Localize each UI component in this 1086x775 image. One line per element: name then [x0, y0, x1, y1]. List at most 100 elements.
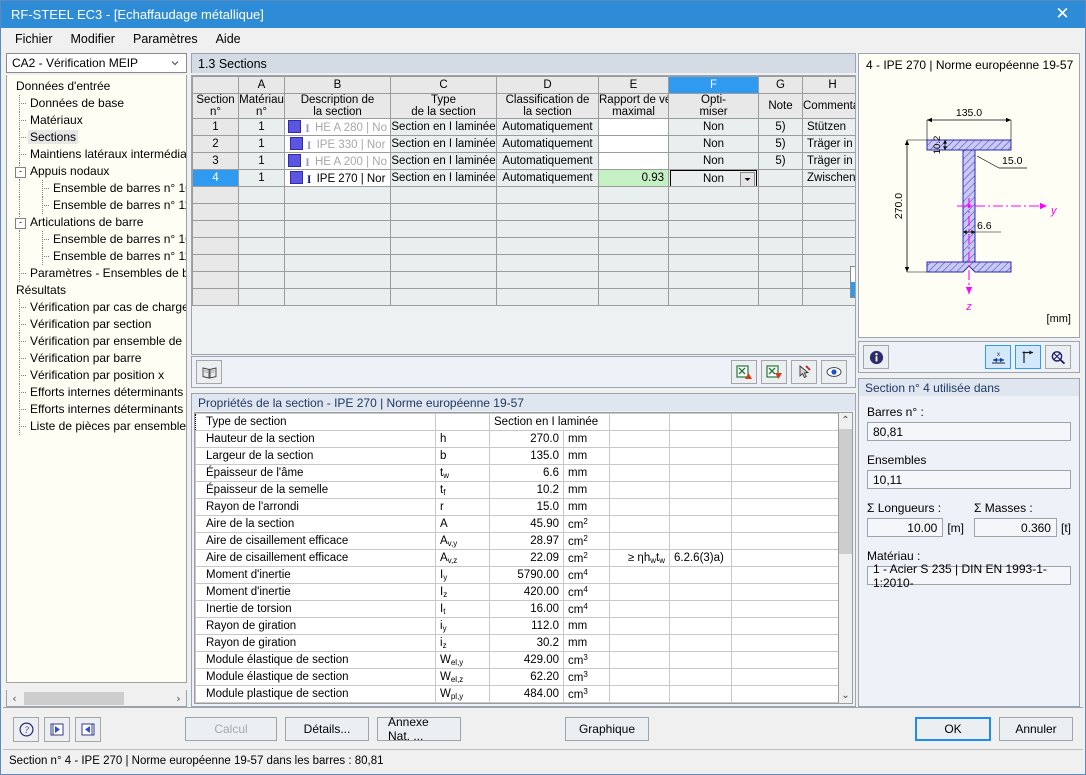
cell-description[interactable]: I IPE 330 | Nor — [284, 135, 391, 153]
cell-empty[interactable] — [284, 203, 391, 221]
case-selector-combo[interactable]: CA2 - Vérification MEIP — [6, 53, 187, 73]
cell-description[interactable]: I HE A 200 | No — [284, 152, 391, 170]
tree-item[interactable]: Vérification par position x — [11, 367, 186, 384]
sets-field[interactable]: 10,11 — [867, 470, 1071, 489]
view-eye-icon[interactable] — [821, 360, 847, 384]
tree-item[interactable]: Ensemble de barres n° 10 - — [11, 180, 186, 197]
cell-empty[interactable] — [284, 271, 391, 289]
sections-table[interactable]: ABCDEFGH Section n° Matériau n° Description … — [192, 76, 855, 306]
cell-classification[interactable]: Automatiquement — [496, 169, 599, 187]
tree-item[interactable]: Matériaux — [11, 112, 186, 129]
cell-material[interactable]: 1 — [238, 152, 285, 170]
cell-empty[interactable] — [390, 271, 497, 289]
cell-empty[interactable] — [238, 254, 285, 272]
cell-ratio[interactable]: 0.93 — [598, 169, 669, 187]
table-row-empty[interactable] — [192, 271, 855, 289]
cell-empty[interactable] — [758, 288, 803, 306]
tree-item[interactable]: Vérification par section — [11, 316, 186, 333]
cell-note[interactable]: 5) — [758, 135, 803, 153]
table-row[interactable]: 2 1 I IPE 330 | Nor Section en I laminée Auto… — [192, 135, 855, 153]
cell-empty[interactable] — [802, 254, 855, 272]
cell-empty[interactable] — [238, 220, 285, 238]
table-row[interactable]: 3 1 I HE A 200 | No Section en I laminée Auto… — [192, 152, 855, 170]
cell-note[interactable]: 5) — [758, 118, 803, 136]
cell-empty[interactable] — [284, 288, 391, 306]
cell-empty[interactable] — [668, 203, 759, 221]
cell-empty[interactable] — [758, 237, 803, 255]
menu-item-fichier[interactable]: Fichier — [7, 29, 61, 49]
table-row-empty[interactable] — [192, 220, 855, 238]
col-letter-row[interactable] — [192, 76, 239, 94]
scroll-left-icon[interactable]: ‹ — [7, 692, 22, 705]
row-number[interactable] — [192, 237, 239, 255]
table-row[interactable]: 1 1 I HE A 280 | No Section en I laminée Auto… — [192, 118, 855, 136]
scroll-down-icon[interactable]: ⌄ — [839, 688, 852, 703]
help-icon[interactable]: ? — [13, 716, 39, 742]
cell-type[interactable]: Section en I laminée — [390, 118, 497, 136]
import-excel-down-icon[interactable] — [761, 360, 787, 384]
graphique-button[interactable]: Graphique — [565, 717, 649, 741]
col-letter-G[interactable]: G — [758, 76, 803, 94]
cell-empty[interactable] — [284, 220, 391, 238]
cell-empty[interactable] — [598, 254, 669, 272]
details-button[interactable]: Détails... — [285, 717, 369, 741]
col-letter-E[interactable]: E — [598, 76, 669, 94]
col-letter-A[interactable]: A — [238, 76, 285, 94]
menu-item-modifier[interactable]: Modifier — [63, 29, 123, 49]
tree-item[interactable]: Résultats — [11, 282, 186, 299]
cell-material[interactable]: 1 — [238, 169, 285, 187]
row-number[interactable] — [192, 254, 239, 272]
tree-item[interactable]: Sections — [11, 129, 186, 146]
chevron-down-icon[interactable] — [740, 172, 755, 186]
cell-empty[interactable] — [390, 254, 497, 272]
cell-classification[interactable]: Automatiquement — [496, 135, 599, 153]
cell-empty[interactable] — [496, 271, 599, 289]
export-excel-up-icon[interactable] — [731, 360, 757, 384]
row-number[interactable]: 1 — [192, 118, 239, 136]
table-row-empty[interactable] — [192, 237, 855, 255]
cell-empty[interactable] — [284, 237, 391, 255]
close-icon[interactable]: ✕ — [1040, 1, 1085, 28]
menu-item-aide[interactable]: Aide — [208, 29, 249, 49]
cell-empty[interactable] — [668, 220, 759, 238]
cell-material[interactable]: 1 — [238, 118, 285, 136]
col-letter-C[interactable]: C — [390, 76, 497, 94]
masses-field[interactable]: 0.360 — [974, 518, 1057, 537]
tree-item[interactable]: Efforts internes déterminants p — [11, 384, 186, 401]
cell-comment[interactable]: Stützen — [802, 118, 855, 136]
cell-optimize[interactable]: Non — [668, 135, 759, 153]
navigator-hscrollbar[interactable]: ‹ › — [6, 690, 187, 707]
cell-empty[interactable] — [668, 254, 759, 272]
cell-note[interactable] — [758, 169, 803, 187]
cell-empty[interactable] — [802, 220, 855, 238]
cell-empty[interactable] — [758, 254, 803, 272]
chevron-down-icon[interactable] — [170, 58, 180, 68]
tree-item[interactable]: Ensemble de barres n° 10 - — [11, 231, 186, 248]
row-number[interactable]: 2 — [192, 135, 239, 153]
navigator-tree[interactable]: Données d'entrée Données de base Matériaux… — [6, 75, 187, 683]
cell-optimize[interactable]: Non — [668, 169, 759, 187]
cell-empty[interactable] — [238, 271, 285, 289]
cell-empty[interactable] — [668, 288, 759, 306]
tree-item[interactable]: Liste de pièces par ensemble d — [11, 418, 186, 435]
menu-item-parametres[interactable]: Paramètres — [125, 29, 206, 49]
cell-empty[interactable] — [598, 186, 669, 204]
cell-empty[interactable] — [802, 203, 855, 221]
hscroll-thumb[interactable] — [24, 691, 124, 705]
col-letter-F[interactable]: F — [668, 76, 759, 94]
cell-material[interactable]: 1 — [238, 135, 285, 153]
cell-empty[interactable] — [802, 271, 855, 289]
row-number[interactable] — [192, 271, 239, 289]
table-row-empty[interactable] — [192, 186, 855, 204]
tree-item[interactable]: - Articulations de barre — [11, 214, 186, 231]
next-icon[interactable] — [75, 716, 101, 742]
row-number[interactable] — [192, 203, 239, 221]
cell-empty[interactable] — [238, 186, 285, 204]
cancel-button[interactable]: Annuler — [999, 717, 1073, 741]
table-row-empty[interactable] — [192, 254, 855, 272]
cell-ratio[interactable] — [598, 118, 669, 136]
tree-item[interactable]: Vérification par cas de charge — [11, 299, 186, 316]
optimize-dropdown[interactable]: Non — [670, 170, 757, 186]
cell-type[interactable]: Section en I laminée — [390, 135, 497, 153]
cell-ratio[interactable] — [598, 135, 669, 153]
